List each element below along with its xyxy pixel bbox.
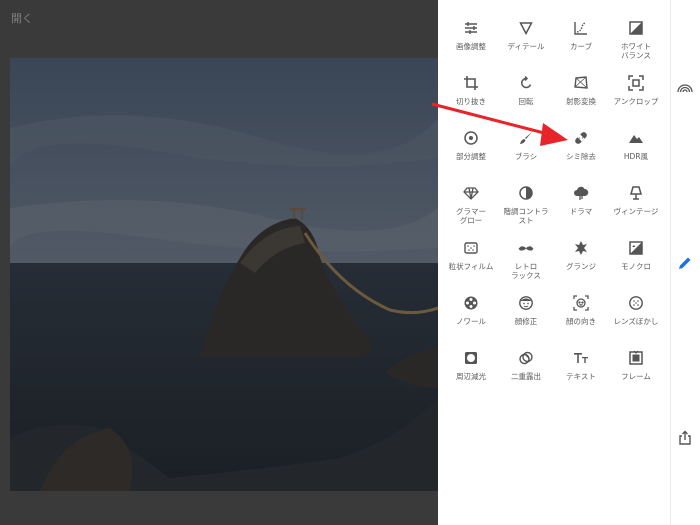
share-icon[interactable]: [677, 430, 693, 446]
sliders-icon: [461, 18, 481, 38]
tool-label: ホワイト バランス: [621, 42, 651, 60]
editor-canvas-area: 開く: [0, 0, 438, 525]
vignette-icon: [461, 348, 481, 368]
tool-white-balance[interactable]: ホワイト バランス: [609, 18, 663, 73]
tool-perspective[interactable]: 射影変換: [554, 73, 608, 128]
tool-noir[interactable]: ノワール: [444, 293, 498, 348]
pencil-icon[interactable]: [677, 255, 693, 271]
double-exposure-icon: [516, 348, 536, 368]
tool-label: アンクロップ: [613, 97, 659, 106]
tool-label: 顔の向き: [566, 317, 596, 326]
cloud-icon: [571, 183, 591, 203]
photo-preview: [10, 58, 438, 491]
film-reel-icon: [461, 293, 481, 313]
tool-label: 粒状フィルム: [448, 262, 494, 271]
tool-label: ノワール: [456, 317, 486, 326]
tool-double-exposure[interactable]: 二重露出: [499, 348, 553, 403]
tool-glamour[interactable]: グラマー グロー: [444, 183, 498, 238]
tool-label: ヴィンテージ: [613, 207, 659, 216]
text-icon: [571, 348, 591, 368]
looks-icon[interactable]: [677, 80, 693, 96]
tool-label: 顔修正: [514, 317, 538, 326]
curve-icon: [571, 18, 591, 38]
tool-label: ドラマ: [569, 207, 593, 216]
tool-crop[interactable]: 切り抜き: [444, 73, 498, 128]
frame-icon: [626, 348, 646, 368]
tool-curves[interactable]: カーブ: [554, 18, 608, 73]
bw-icon: [626, 238, 646, 258]
film-grain-icon: [461, 238, 481, 258]
tool-brush[interactable]: ブラシ: [499, 128, 553, 183]
triangle-icon: [516, 18, 536, 38]
mountains-icon: [626, 128, 646, 148]
tool-lens-blur[interactable]: レンズぼかし: [609, 293, 663, 348]
bandage-icon: [571, 128, 591, 148]
right-rail: [670, 0, 700, 525]
tool-retrolux[interactable]: レトロ ラックス: [499, 238, 553, 293]
tool-label: グラマー グロー: [456, 207, 486, 225]
tool-label: 射影変換: [566, 97, 596, 106]
tool-label: 二重露出: [511, 372, 541, 381]
tool-details[interactable]: ディテール: [499, 18, 553, 73]
tool-label: 周辺減光: [456, 372, 486, 381]
tool-expand[interactable]: アンクロップ: [609, 73, 663, 128]
tool-drama[interactable]: ドラマ: [554, 183, 608, 238]
tool-portrait[interactable]: 顔修正: [499, 293, 553, 348]
tool-hdr[interactable]: HDR風: [609, 128, 663, 183]
tool-label: テキスト: [566, 372, 596, 381]
tool-label: レトロ ラックス: [511, 262, 541, 280]
lens-blur-icon: [626, 293, 646, 313]
tool-label: 画像調整: [456, 42, 486, 51]
tool-rotate[interactable]: 回転: [499, 73, 553, 128]
tool-label: モノクロ: [621, 262, 651, 271]
tool-head-pose[interactable]: 顔の向き: [554, 293, 608, 348]
expand-icon: [626, 73, 646, 93]
tool-text[interactable]: テキスト: [554, 348, 608, 403]
tool-selective[interactable]: 部分調整: [444, 128, 498, 183]
brush-icon: [516, 128, 536, 148]
tool-grid: 画像調整 ディテール カーブ ホワイト バランス 切り抜き 回転 射影変換 アン…: [438, 0, 670, 403]
tool-label: 階調コントラ スト: [503, 207, 549, 225]
white-balance-icon: [626, 18, 646, 38]
grunge-icon: [571, 238, 591, 258]
half-circle-icon: [516, 183, 536, 203]
tool-tonal-contrast[interactable]: 階調コントラ スト: [499, 183, 553, 238]
tool-label: グランジ: [566, 262, 596, 271]
tool-label: シミ除去: [566, 152, 596, 161]
tool-label: 回転: [518, 97, 534, 106]
tool-tune-image[interactable]: 画像調整: [444, 18, 498, 73]
tool-vintage[interactable]: ヴィンテージ: [609, 183, 663, 238]
tool-label: HDR風: [623, 152, 649, 161]
tool-label: フレーム: [621, 372, 651, 381]
tool-grainy[interactable]: 粒状フィルム: [444, 238, 498, 293]
tool-healing[interactable]: シミ除去: [554, 128, 608, 183]
tool-vignette[interactable]: 周辺減光: [444, 348, 498, 403]
tool-label: レンズぼかし: [613, 317, 659, 326]
rotate-icon: [516, 73, 536, 93]
mustache-icon: [516, 238, 536, 258]
tool-label: ディテール: [507, 42, 545, 51]
tool-frames[interactable]: フレーム: [609, 348, 663, 403]
tool-black-white[interactable]: モノクロ: [609, 238, 663, 293]
crop-icon: [461, 73, 481, 93]
open-button[interactable]: 開く: [11, 10, 33, 26]
target-icon: [461, 128, 481, 148]
perspective-icon: [571, 73, 591, 93]
tool-label: ブラシ: [514, 152, 538, 161]
tool-label: 切り抜き: [456, 97, 486, 106]
tool-label: 部分調整: [456, 152, 486, 161]
face-frame-icon: [571, 293, 591, 313]
lamp-icon: [626, 183, 646, 203]
diamond-icon: [461, 183, 481, 203]
face-icon: [516, 293, 536, 313]
tool-grunge[interactable]: グランジ: [554, 238, 608, 293]
tools-panel: 画像調整 ディテール カーブ ホワイト バランス 切り抜き 回転 射影変換 アン…: [438, 0, 670, 525]
tool-label: カーブ: [569, 42, 593, 51]
